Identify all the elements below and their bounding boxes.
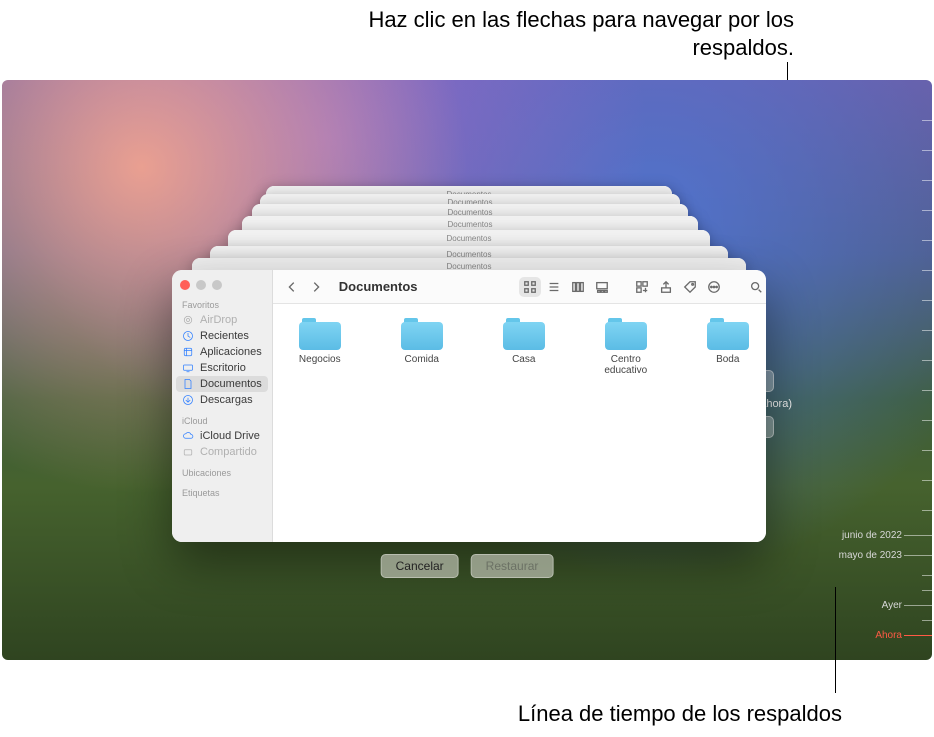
folder-item[interactable]: Casa [487, 318, 561, 365]
folder-icon [707, 318, 749, 350]
sidebar-section-locations: Ubicaciones [172, 466, 272, 480]
timeline: junio de 2022 mayo de 2023 Ayer Ahora [842, 80, 932, 660]
nav-forward-button[interactable] [305, 277, 327, 297]
time-machine-desktop: junio de 2022 mayo de 2023 Ayer Ahora Ho… [2, 80, 932, 660]
sidebar-item-downloads[interactable]: Descargas [172, 392, 272, 408]
sidebar-item-airdrop[interactable]: AirDrop [172, 312, 272, 328]
minimize-button[interactable] [196, 280, 206, 290]
applications-icon [182, 346, 194, 358]
shared-icon [182, 446, 194, 458]
folder-label: Negocios [299, 354, 341, 365]
sidebar-item-label: Escritorio [200, 362, 246, 374]
sidebar-item-label: Documentos [200, 378, 262, 390]
cloud-icon [182, 430, 194, 442]
share-button[interactable] [655, 277, 677, 297]
folder-label: Centro educativo [589, 354, 663, 376]
folder-item[interactable]: Boda [691, 318, 765, 365]
view-gallery-button[interactable] [591, 277, 613, 297]
finder-window: Favoritos AirDrop Recientes Aplicaciones… [172, 270, 766, 542]
sidebar-item-label: Aplicaciones [200, 346, 262, 358]
sidebar-item-label: iCloud Drive [200, 430, 260, 442]
finder-toolbar: Documentos [273, 270, 766, 304]
view-icon-button[interactable] [519, 277, 541, 297]
folder-icon [401, 318, 443, 350]
timeline-label: mayo de 2023 [839, 550, 902, 561]
maximize-button[interactable] [212, 280, 222, 290]
stack-breadcrumb: Documentos [447, 234, 492, 243]
folder-item[interactable]: Negocios [283, 318, 357, 365]
timeline-label-now: Ahora [875, 630, 902, 641]
nav-back-button[interactable] [281, 277, 303, 297]
callout-timeline: Línea de tiempo de los respaldos [322, 701, 842, 727]
cancel-button[interactable]: Cancelar [381, 554, 459, 578]
restore-button[interactable]: Restaurar [471, 554, 554, 578]
sidebar-section-favorites: Favoritos [172, 298, 272, 312]
more-button[interactable] [703, 277, 725, 297]
callout-line-bottom [835, 587, 836, 693]
folder-icon [503, 318, 545, 350]
clock-icon [182, 330, 194, 342]
sidebar-section-icloud: iCloud [172, 414, 272, 428]
sidebar-item-desktop[interactable]: Escritorio [172, 360, 272, 376]
folder-label: Casa [512, 354, 535, 365]
sidebar-section-tags: Etiquetas [172, 486, 272, 500]
view-list-button[interactable] [543, 277, 565, 297]
sidebar-item-applications[interactable]: Aplicaciones [172, 344, 272, 360]
file-grid: Negocios Comida Casa Centro educativo Bo… [273, 304, 766, 542]
sidebar-item-recents[interactable]: Recientes [172, 328, 272, 344]
desktop-icon [182, 362, 194, 374]
sidebar-item-label: AirDrop [200, 314, 237, 326]
timeline-label: Ayer [882, 600, 902, 611]
sidebar-item-documents[interactable]: Documentos [176, 376, 268, 392]
callout-nav-arrows: Haz clic en las flechas para navegar por… [354, 6, 794, 62]
search-button[interactable] [745, 277, 766, 297]
folder-label: Comida [405, 354, 439, 365]
folder-icon [299, 318, 341, 350]
view-column-button[interactable] [567, 277, 589, 297]
downloads-icon [182, 394, 194, 406]
sidebar-item-shared[interactable]: Compartido [172, 444, 272, 460]
sidebar-item-label: Recientes [200, 330, 249, 342]
close-button[interactable] [180, 280, 190, 290]
document-icon [182, 378, 194, 390]
group-button[interactable] [631, 277, 653, 297]
sidebar-item-label: Descargas [200, 394, 253, 406]
folder-item[interactable]: Comida [385, 318, 459, 365]
window-controls [172, 276, 272, 298]
action-buttons: Cancelar Restaurar [381, 554, 554, 578]
timeline-label: junio de 2022 [842, 530, 902, 541]
folder-item[interactable]: Centro educativo [589, 318, 663, 376]
sidebar-item-icloud-drive[interactable]: iCloud Drive [172, 428, 272, 444]
window-title: Documentos [339, 279, 418, 294]
finder-sidebar: Favoritos AirDrop Recientes Aplicaciones… [172, 270, 273, 542]
airdrop-icon [182, 314, 194, 326]
folder-icon [605, 318, 647, 350]
stack-breadcrumb: Documentos [448, 220, 493, 229]
finder-main: Documentos Ne [273, 270, 766, 542]
folder-label: Boda [716, 354, 739, 365]
sidebar-item-label: Compartido [200, 446, 257, 458]
tag-button[interactable] [679, 277, 701, 297]
